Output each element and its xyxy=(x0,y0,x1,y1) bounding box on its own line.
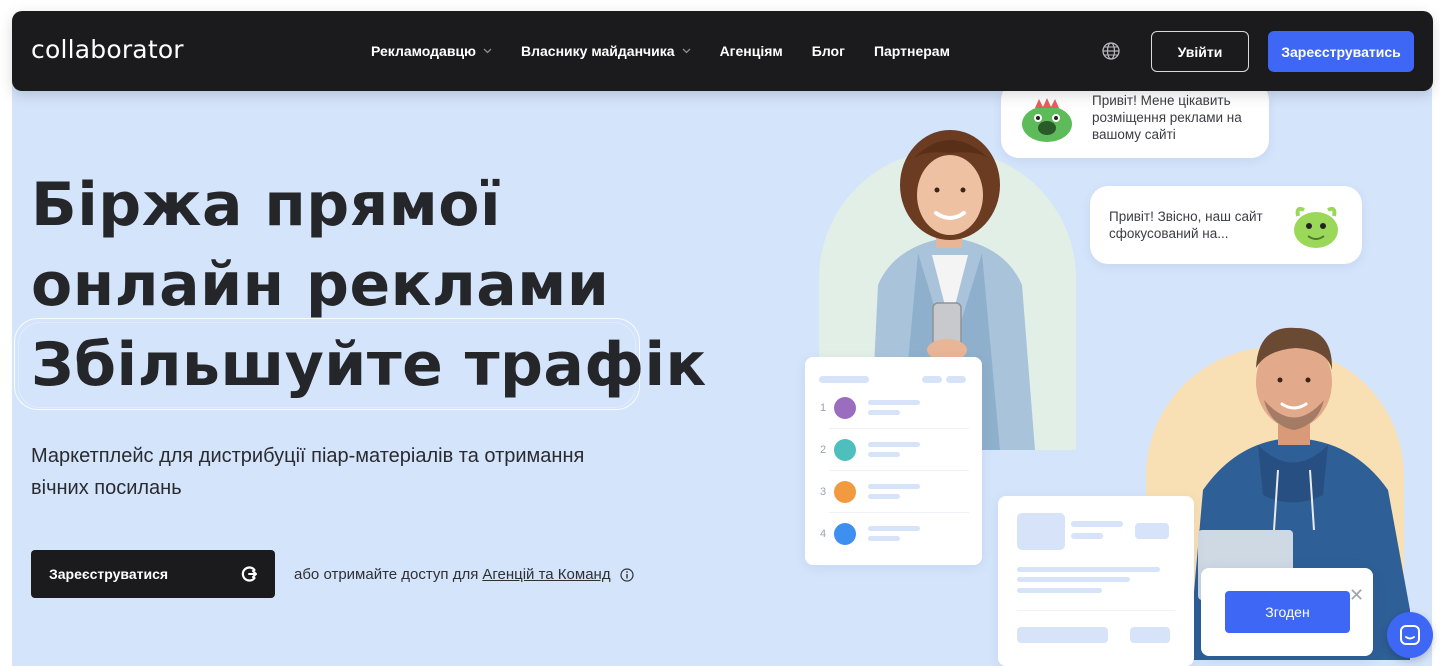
list-item-number: 1 xyxy=(820,402,827,414)
globe-icon[interactable] xyxy=(1101,41,1121,61)
nav-item-advertiser[interactable]: Рекламодавцю xyxy=(371,43,492,59)
skeleton-bar xyxy=(868,526,920,531)
skeleton-bar xyxy=(1135,523,1169,539)
chat-bubble-advertiser: Привіт! Мене цікавить розміщення реклами… xyxy=(1001,82,1269,158)
skeleton-bar xyxy=(1071,533,1103,539)
list-item: 1 xyxy=(805,387,982,429)
chat-bubble-text: Привіт! Мене цікавить розміщення реклами… xyxy=(1092,93,1242,142)
hero-register-button[interactable]: Зареєструватися xyxy=(31,550,275,598)
headline-line-3: Збільшуйте трафік xyxy=(31,330,707,400)
chat-bubble-text: Привіт! Звісно, наш сайт сфокусований на… xyxy=(1109,209,1263,241)
ranking-list-card: 1 2 3 4 xyxy=(805,357,982,565)
skeleton-bar xyxy=(819,376,869,383)
logo[interactable]: collaborator xyxy=(31,35,184,64)
accept-cookies-button[interactable]: Згоден xyxy=(1225,591,1350,633)
login-button[interactable]: Увійти xyxy=(1151,31,1249,72)
headline-line-2: онлайн реклами xyxy=(31,250,610,320)
cta-note: або отримайте доступ для Агенцій та Кома… xyxy=(294,566,634,583)
cta-note-text: або отримайте доступ для xyxy=(294,566,479,583)
skeleton-bar xyxy=(922,376,942,383)
list-item: 3 xyxy=(805,471,982,513)
skeleton-bar xyxy=(1017,588,1102,593)
top-navbar: collaborator Рекламодавцю Власнику майда… xyxy=(12,11,1433,91)
list-item-avatar xyxy=(834,523,856,545)
list-item: 4 xyxy=(805,513,982,555)
nav-item-blog[interactable]: Блог xyxy=(812,43,845,59)
list-item-avatar xyxy=(834,481,856,503)
nav-item-publisher[interactable]: Власнику майданчика xyxy=(521,43,691,59)
skeleton-bar xyxy=(868,452,900,457)
list-item-number: 2 xyxy=(820,444,827,456)
logo-mark-icon xyxy=(240,565,258,583)
chevron-down-icon xyxy=(483,46,492,56)
nav-item-partners[interactable]: Партнерам xyxy=(874,43,950,59)
agencies-teams-link[interactable]: Агенцій та Команд xyxy=(482,566,610,583)
register-button[interactable]: Зареєструватись xyxy=(1268,31,1414,72)
skeleton-bar xyxy=(868,484,920,489)
chat-launcher-button[interactable] xyxy=(1387,612,1433,658)
hero-subtitle: Маркетплейс для дистрибуції піар-матеріа… xyxy=(31,445,585,499)
nav-item-label: Агенціям xyxy=(719,43,783,59)
list-item-number: 4 xyxy=(820,528,827,540)
skeleton-bar xyxy=(1017,627,1108,643)
skeleton-bar xyxy=(868,410,900,415)
skeleton-bar xyxy=(868,400,920,405)
detail-card xyxy=(998,496,1194,666)
hero-register-label: Зареєструватися xyxy=(49,566,169,582)
divider xyxy=(1017,610,1175,611)
nav-item-agencies[interactable]: Агенціям xyxy=(720,43,783,59)
skeleton-bar xyxy=(1130,627,1170,643)
list-item-avatar xyxy=(834,397,856,419)
list-item: 2 xyxy=(805,429,982,471)
nav-menu: Рекламодавцю Власнику майданчика Агенція… xyxy=(371,11,979,91)
page-title: Біржа прямої онлайн реклами xyxy=(31,165,609,325)
nav-item-label: Рекламодавцю xyxy=(371,43,477,59)
close-icon[interactable]: ✕ xyxy=(1349,586,1364,604)
skeleton-bar xyxy=(868,494,900,499)
list-item-avatar xyxy=(834,439,856,461)
monster-mascot-icon xyxy=(1294,206,1338,248)
headline-line-1: Біржа прямої xyxy=(31,170,502,240)
nav-item-label: Блог xyxy=(811,43,845,59)
skeleton-bar xyxy=(868,442,920,447)
cookie-consent-popup: Згоден ✕ xyxy=(1201,568,1373,656)
skeleton-bar xyxy=(1071,521,1123,527)
nav-item-label: Партнерам xyxy=(873,43,950,59)
chat-icon xyxy=(1400,625,1420,645)
monster-mascot-icon xyxy=(1022,98,1072,142)
nav-item-label: Власнику майданчика xyxy=(521,43,675,59)
skeleton-bar xyxy=(946,376,966,383)
list-item-number: 3 xyxy=(820,486,827,498)
chat-bubble-publisher: Привіт! Звісно, наш сайт сфокусований на… xyxy=(1090,186,1362,264)
info-icon[interactable] xyxy=(619,567,634,582)
skeleton-bar xyxy=(1017,567,1160,572)
chevron-down-icon xyxy=(682,46,691,56)
skeleton-image xyxy=(1017,513,1065,550)
skeleton-bar xyxy=(868,536,900,541)
skeleton-bar xyxy=(1017,577,1130,582)
